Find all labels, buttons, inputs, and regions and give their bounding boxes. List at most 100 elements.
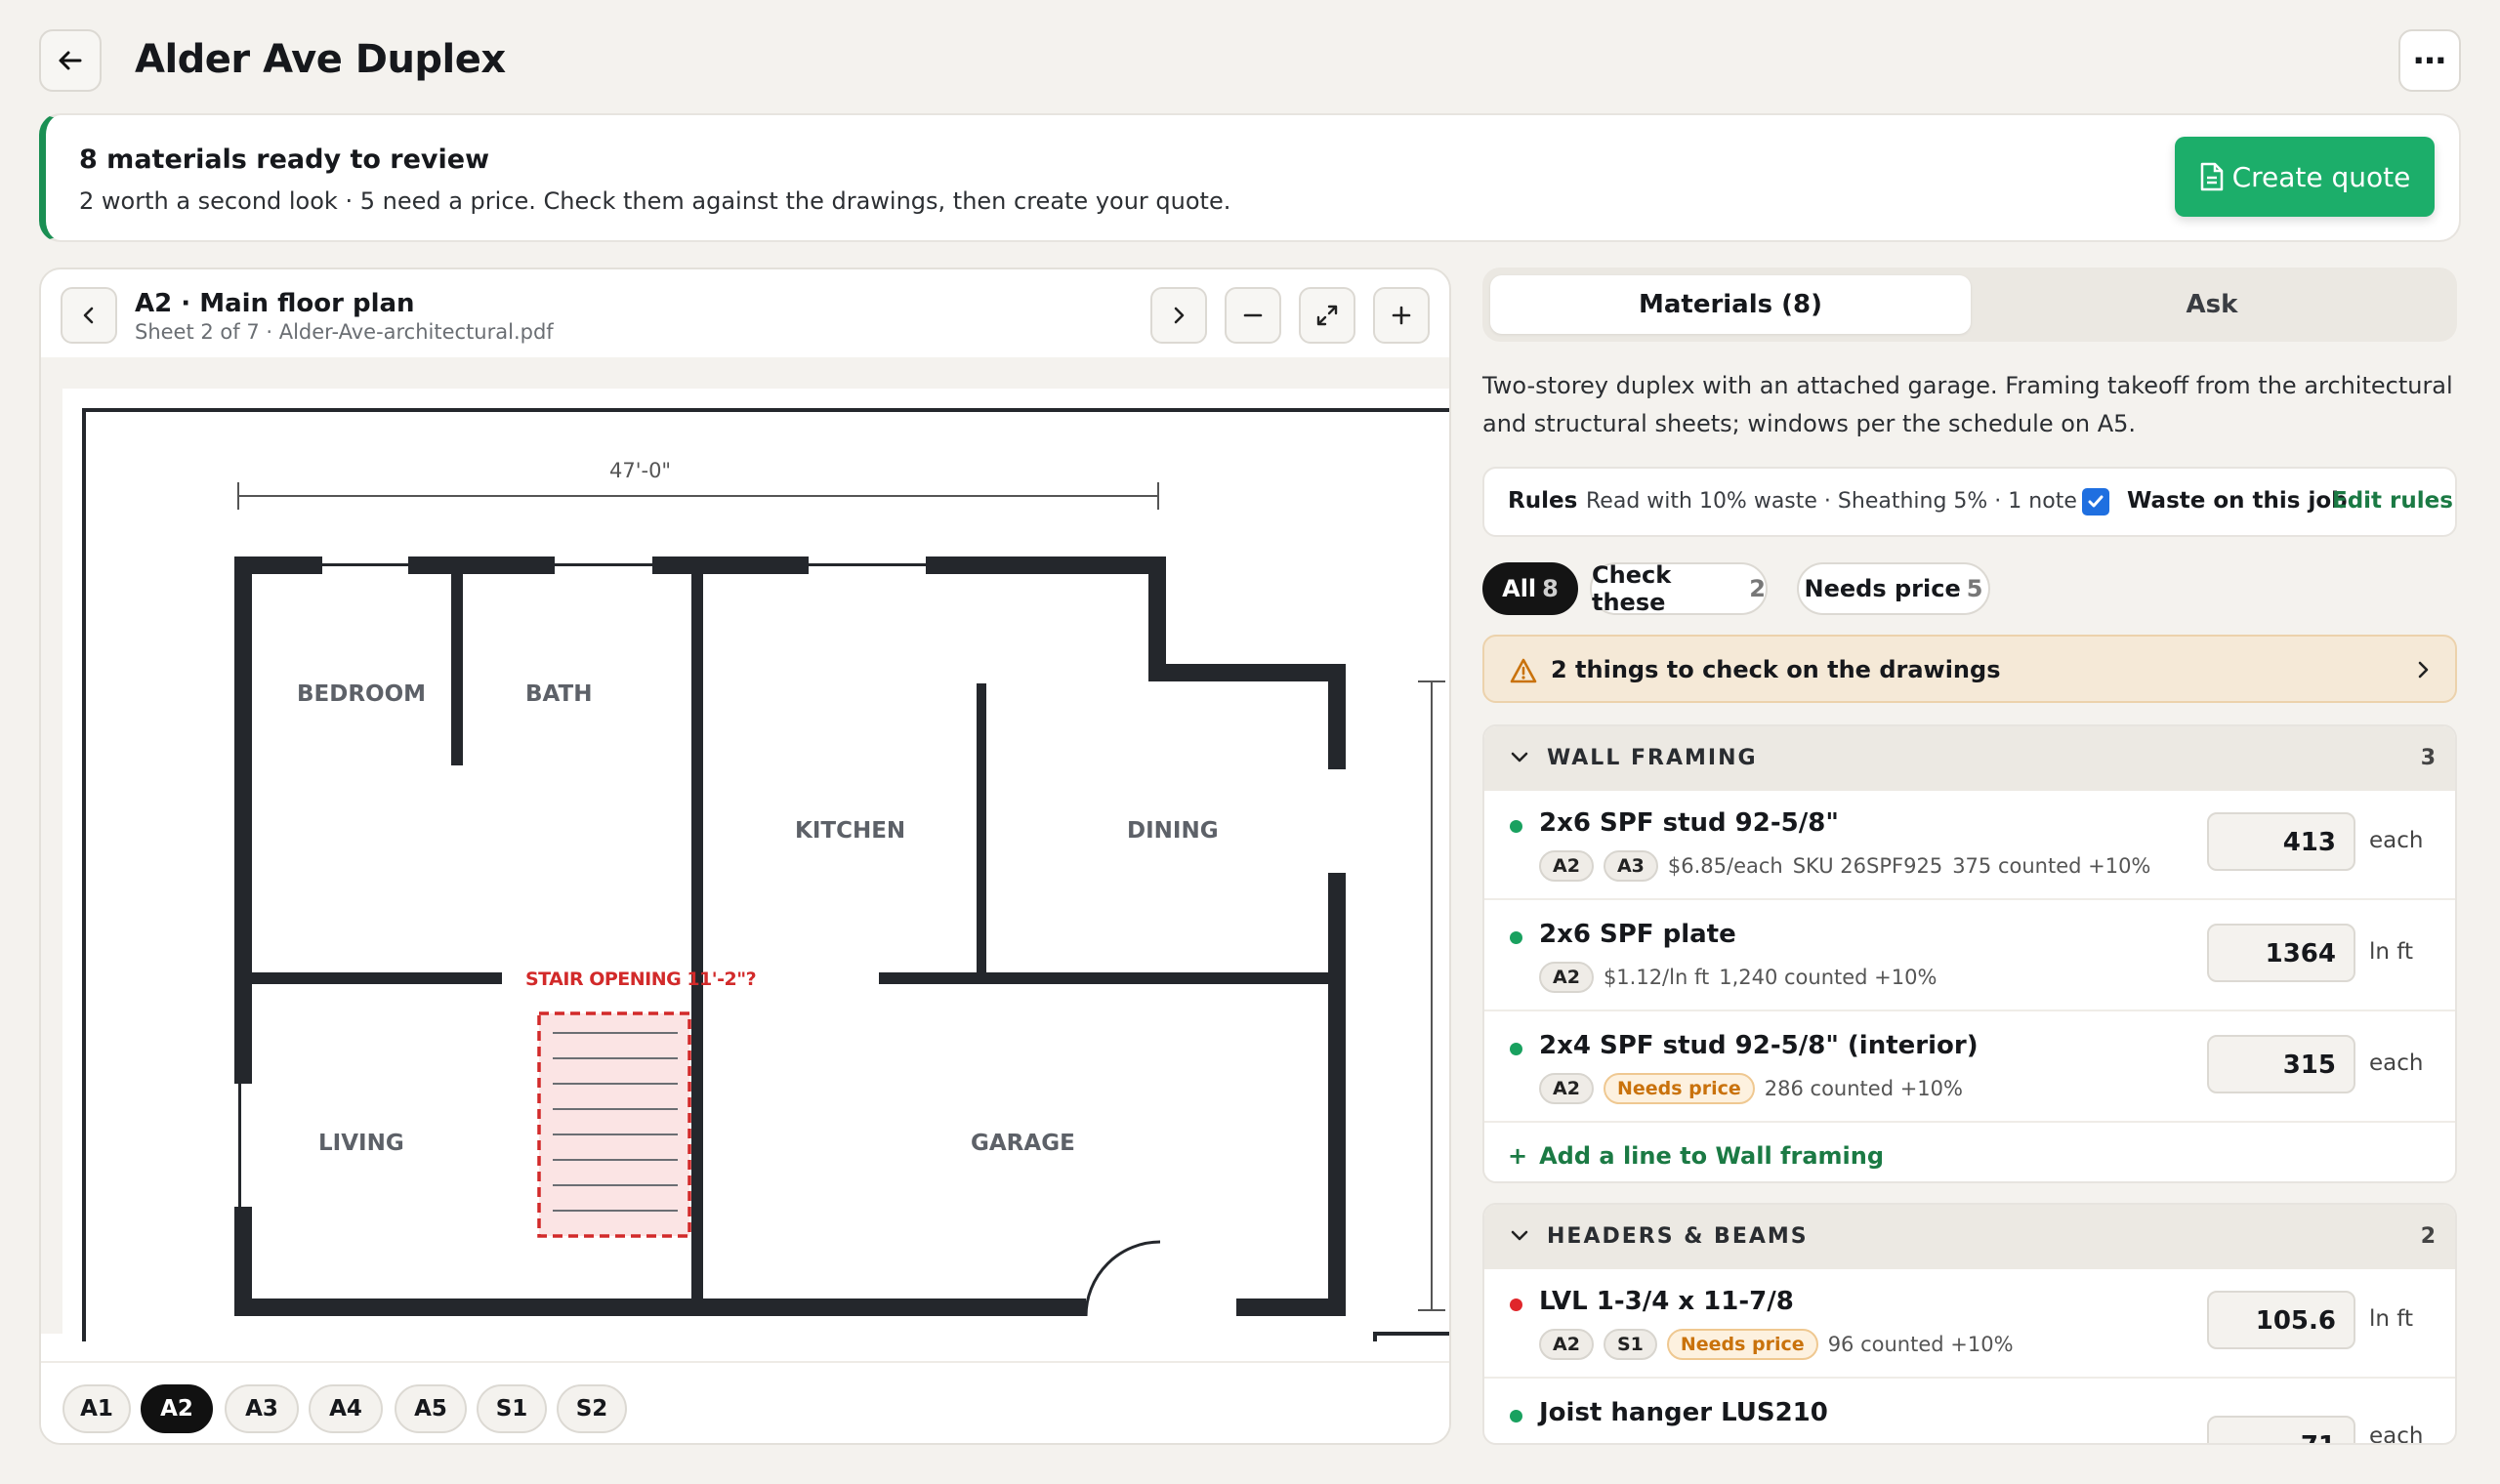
review-banner: 8 materials ready to review 2 worth a se…	[39, 113, 2461, 242]
filter-label: Needs price	[1804, 575, 1961, 602]
unit-price: $1.12/ln ft	[1603, 966, 1710, 989]
rules-text: Read with 10% waste · Sheathing 5% · 1 n…	[1586, 489, 2077, 514]
stair-opening-callout[interactable]: STAIR OPENING 11'-2"?	[525, 969, 757, 990]
sheet-tab-a2[interactable]: A2	[141, 1384, 213, 1433]
room-label-garage: GARAGE	[971, 1131, 1075, 1156]
material-name: 2x4 SPF stud 92-5/8" (interior)	[1539, 1031, 1979, 1060]
quantity-input[interactable]: 105.6	[2207, 1291, 2355, 1349]
material-row[interactable]: LVL 1-3/4 x 11-7/8 A2 S1 Needs price 96 …	[1484, 1269, 2455, 1379]
chevron-left-icon	[83, 307, 94, 324]
sheet-tab-a1[interactable]: A1	[62, 1384, 131, 1433]
sheet-tag[interactable]: A2	[1539, 962, 1594, 993]
sheet-subtitle: Sheet 2 of 7 · Alder-Ave-architectural.p…	[135, 320, 554, 344]
filter-count: 5	[1966, 575, 1983, 602]
chevron-down-icon	[1511, 752, 1528, 763]
drawing-viewer: A2 · Main floor plan Sheet 2 of 7 · Alde…	[39, 268, 1451, 1445]
status-dot	[1510, 1410, 1522, 1422]
material-row[interactable]: 2x4 SPF stud 92-5/8" (interior) A2 Needs…	[1484, 1013, 2455, 1123]
add-line-label: Add a line to Wall framing	[1539, 1142, 1885, 1170]
plus-icon: +	[1508, 1142, 1528, 1170]
unit-label: ln ft	[2369, 1306, 2413, 1332]
plus-icon	[1392, 306, 1411, 325]
material-row[interactable]: Joist hanger LUS210 71 each	[1484, 1381, 2455, 1443]
page-title: Alder Ave Duplex	[135, 37, 506, 82]
group-count: 2	[2420, 1224, 2436, 1249]
material-name: 2x6 SPF stud 92-5/8"	[1539, 808, 1839, 838]
dimension-label: 47'-0"	[609, 459, 672, 482]
waste-checkbox-label: Waste on this job	[2127, 488, 2348, 514]
sheet-tag[interactable]: A2	[1539, 1073, 1594, 1104]
status-dot	[1510, 931, 1522, 944]
fullscreen-button[interactable]	[1299, 287, 1355, 344]
checkmark-icon	[2088, 495, 2104, 508]
filter-label: All	[1502, 575, 1537, 602]
document-icon	[2200, 162, 2223, 191]
sheet-title: A2 · Main floor plan	[135, 289, 415, 318]
room-label-dining: DINING	[1127, 818, 1219, 844]
group-header[interactable]: WALL FRAMING 3	[1484, 726, 2455, 791]
material-row[interactable]: 2x6 SPF plate A2 $1.12/ln ft 1,240 count…	[1484, 902, 2455, 1011]
status-dot	[1510, 1043, 1522, 1055]
filter-needs-price[interactable]: Needs price 5	[1797, 562, 1990, 615]
needs-price-badge: Needs price	[1666, 1329, 1818, 1360]
floor-plan-drawing	[82, 408, 1449, 1341]
create-quote-label: Create quote	[2231, 160, 2411, 193]
minus-icon	[1243, 313, 1263, 317]
group-wall-framing: WALL FRAMING 3 2x6 SPF stud 92-5/8" A2 A…	[1482, 724, 2457, 1183]
room-label-living: LIVING	[318, 1131, 404, 1156]
check-drawings-banner[interactable]: 2 things to check on the drawings	[1482, 635, 2457, 703]
quantity-input[interactable]: 71	[2207, 1416, 2355, 1443]
sku: SKU 26SPF925	[1792, 854, 1943, 878]
sheet-tab-s1[interactable]: S1	[477, 1384, 547, 1433]
group-headers-beams: HEADERS & BEAMS 2 LVL 1-3/4 x 11-7/8 A2 …	[1482, 1203, 2457, 1445]
sheet-tag[interactable]: A3	[1603, 850, 1658, 882]
sheet-tag[interactable]: S1	[1603, 1329, 1657, 1360]
material-meta: A2 A3 $6.85/each SKU 26SPF925 375 counte…	[1539, 849, 2150, 883]
add-line-button[interactable]: + Add a line to Wall framing	[1484, 1123, 2455, 1181]
job-summary: Two-storey duplex with an attached garag…	[1482, 372, 2453, 437]
rules-bar: Rules Read with 10% waste · Sheathing 5%…	[1482, 467, 2457, 537]
filter-count: 8	[1542, 575, 1559, 602]
zoom-out-button[interactable]	[1225, 287, 1281, 344]
next-sheet-button[interactable]	[1150, 287, 1207, 344]
counted-note: 96 counted +10%	[1827, 1333, 2014, 1356]
ellipsis-icon: …	[2413, 33, 2446, 72]
group-header[interactable]: HEADERS & BEAMS 2	[1484, 1205, 2455, 1269]
needs-price-badge: Needs price	[1603, 1073, 1755, 1104]
status-dot	[1510, 1298, 1522, 1311]
sheet-tab-s2[interactable]: S2	[557, 1384, 627, 1433]
quantity-input[interactable]: 1364	[2207, 924, 2355, 982]
sheet-tab-a4[interactable]: A4	[309, 1384, 383, 1433]
sheet-tab-a3[interactable]: A3	[225, 1384, 299, 1433]
tab-materials[interactable]: Materials (8)	[1490, 275, 1971, 334]
create-quote-button[interactable]: Create quote	[2175, 137, 2435, 217]
quantity-input[interactable]: 413	[2207, 812, 2355, 871]
filter-all[interactable]: All 8	[1482, 562, 1578, 615]
room-label-bedroom: BEDROOM	[297, 681, 427, 707]
sheet-tab-a5[interactable]: A5	[395, 1384, 467, 1433]
tab-ask[interactable]: Ask	[1975, 275, 2449, 334]
back-button[interactable]	[39, 29, 102, 92]
material-name: LVL 1-3/4 x 11-7/8	[1539, 1287, 1794, 1316]
check-banner-text: 2 things to check on the drawings	[1551, 656, 2001, 683]
chevron-down-icon	[1511, 1230, 1528, 1241]
material-row[interactable]: 2x6 SPF stud 92-5/8" A2 A3 $6.85/each SK…	[1484, 791, 2455, 900]
status-dot	[1510, 820, 1522, 833]
banner-title: 8 materials ready to review	[79, 144, 490, 175]
filter-count: 2	[1749, 575, 1766, 602]
prev-sheet-button[interactable]	[61, 287, 117, 344]
more-options-button[interactable]: …	[2398, 29, 2461, 92]
edit-rules-link[interactable]: Edit rules	[2332, 488, 2453, 514]
chevron-right-icon	[1174, 307, 1185, 324]
chevron-right-icon	[2418, 661, 2429, 679]
waste-checkbox[interactable]	[2082, 488, 2109, 515]
add-line-row: + Add a line to Wall framing	[1508, 1142, 1884, 1170]
unit-label: each	[2369, 828, 2424, 853]
zoom-in-button[interactable]	[1373, 287, 1430, 344]
sheet-tag[interactable]: A2	[1539, 850, 1594, 882]
sheet-tag[interactable]: A2	[1539, 1329, 1594, 1360]
filter-check-these[interactable]: Check these 2	[1590, 561, 1768, 616]
material-meta: A2 S1 Needs price 96 counted +10%	[1539, 1328, 2014, 1361]
quantity-input[interactable]: 315	[2207, 1035, 2355, 1093]
filter-label: Check these	[1592, 561, 1672, 616]
